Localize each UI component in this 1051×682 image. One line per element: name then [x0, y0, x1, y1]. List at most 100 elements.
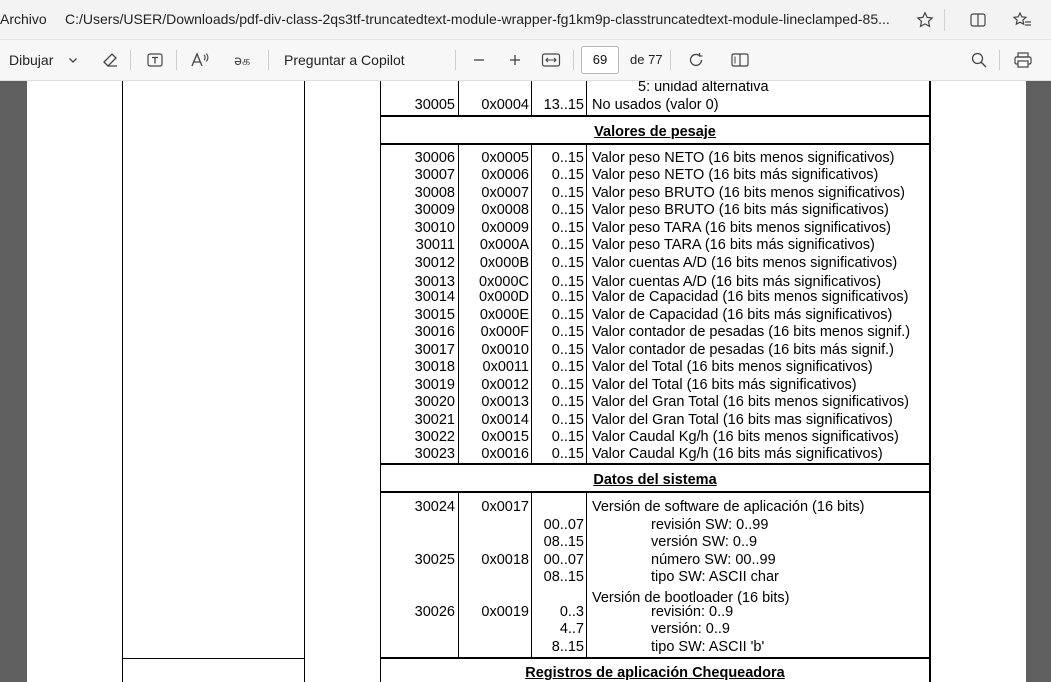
register-address: 0x0011: [482, 359, 530, 375]
table-rule: [380, 115, 931, 117]
register-description: Valor de Capacidad (16 bits más signific…: [592, 307, 893, 323]
register-address: 0x0019: [481, 604, 529, 620]
column-divider: [531, 492, 532, 659]
register-number: 30015: [414, 307, 455, 323]
register-address: 0x0010: [481, 342, 529, 358]
register-description: Valor del Gran Total (16 bits menos sign…: [592, 394, 909, 410]
toolbar-divider: [999, 50, 1000, 70]
text-box-icon[interactable]: [144, 49, 166, 71]
eraser-icon[interactable]: [99, 49, 121, 71]
register-address: 0x0008: [481, 202, 529, 218]
rotate-icon[interactable]: [685, 49, 707, 71]
section-title: Valores de pesaje: [594, 124, 716, 140]
page-number-input[interactable]: 69: [581, 46, 619, 74]
register-description: versión SW: 0..9: [651, 534, 758, 550]
register-bits: 08..15: [543, 534, 584, 550]
register-bits: 0..15: [551, 359, 584, 375]
register-description: Valor contador de pesadas (16 bits menos…: [592, 324, 911, 340]
print-icon[interactable]: [1012, 49, 1034, 71]
register-description: Valor peso BRUTO (16 bits más significat…: [592, 202, 889, 218]
register-bits: 0..15: [551, 185, 584, 201]
register-number: 30007: [414, 167, 455, 183]
register-description: Valor contador de pesadas (16 bits más s…: [592, 342, 894, 358]
register-number: 30020: [414, 394, 455, 410]
register-description: versión: 0..9: [651, 621, 730, 637]
register-description: Valor cuentas A/D (16 bits menos signifi…: [592, 255, 898, 271]
read-aloud-icon[interactable]: [189, 49, 211, 71]
register-address: 0x0016: [481, 446, 529, 462]
toolbar-divider: [670, 50, 671, 70]
table-rule: [380, 657, 931, 659]
register-description: No usados (valor 0): [592, 97, 719, 113]
register-bits: 0..15: [551, 377, 584, 393]
register-address: 0x0018: [481, 552, 529, 568]
register-address: 0x000F: [480, 324, 529, 340]
ask-copilot-button[interactable]: Preguntar a Copilot: [284, 52, 405, 68]
register-bits: 0..3: [559, 604, 584, 620]
register-description: Versión de software de aplicación (16 bi…: [592, 499, 865, 515]
register-bits: 00..07: [543, 517, 584, 533]
register-bits: 08..15: [543, 569, 584, 585]
translate-icon[interactable]: əக: [233, 49, 255, 71]
search-icon[interactable]: [968, 49, 990, 71]
draw-button[interactable]: Dibujar: [9, 52, 53, 68]
register-address: 0x0012: [481, 377, 529, 393]
register-description: Valor del Gran Total (16 bits mas signif…: [592, 412, 893, 428]
fit-width-icon[interactable]: [540, 49, 562, 71]
register-description: número SW: 00..99: [651, 552, 776, 568]
register-description: Valor peso TARA (16 bits menos significa…: [592, 220, 891, 236]
column-divider: [531, 145, 532, 465]
column-divider: [458, 492, 459, 659]
register-bits: 0..15: [551, 150, 584, 166]
zoom-out-icon[interactable]: [468, 49, 490, 71]
register-number: 30024: [414, 499, 455, 515]
register-number: 30008: [414, 185, 455, 201]
register-bits: 0..15: [551, 446, 584, 462]
favorites-icon[interactable]: [1010, 8, 1034, 32]
url-field[interactable]: C:/Users/USER/Downloads/pdf-div-class-2q…: [65, 11, 905, 27]
register-number: 30009: [414, 202, 455, 218]
table-border: [304, 81, 305, 682]
register-number: 30022: [414, 429, 455, 445]
register-number: 30014: [414, 289, 455, 305]
table-border: [380, 81, 381, 682]
register-bits: 0..15: [551, 307, 584, 323]
page-view-icon[interactable]: [729, 49, 751, 71]
register-bits: 00..07: [543, 552, 584, 568]
register-address: 0x0013: [481, 394, 529, 410]
register-description: revisión SW: 0..99: [651, 517, 769, 533]
register-description: Valor de Capacidad (16 bits menos signif…: [592, 289, 909, 305]
register-number: 30026: [414, 604, 455, 620]
register-number: 30017: [414, 342, 455, 358]
register-description: revisión: 0..9: [651, 604, 734, 620]
register-description: Valor peso BRUTO (16 bits menos signific…: [592, 185, 905, 201]
register-description: tipo SW: ASCII char: [651, 569, 779, 585]
split-screen-icon[interactable]: [966, 8, 990, 32]
column-divider: [586, 145, 587, 465]
toolbar-divider: [130, 50, 131, 70]
toolbar-divider: [268, 50, 269, 70]
table-rule: [380, 463, 931, 465]
register-number: 30005: [414, 97, 455, 113]
favorite-star-icon[interactable]: [913, 8, 937, 32]
register-address: 0x0014: [481, 412, 529, 428]
register-description: Valor peso NETO (16 bits menos significa…: [592, 150, 895, 166]
register-address: 0x0004: [481, 97, 529, 113]
register-number: 30018: [414, 359, 455, 375]
chevron-down-icon[interactable]: [62, 49, 84, 71]
register-bits: 0..15: [551, 394, 584, 410]
register-bits: 0..15: [551, 202, 584, 218]
table-border-left: [122, 81, 123, 682]
register-description: Valor peso TARA (16 bits más significati…: [592, 237, 875, 253]
register-description: Valor Caudal Kg/h (16 bits más significa…: [592, 446, 883, 462]
pdf-viewer[interactable]: 5: unidad alternativa 30005 0x0004 13..1…: [0, 81, 1051, 682]
register-description: Valor del Total (16 bits más significati…: [592, 377, 857, 393]
register-address: 0x000B: [479, 255, 529, 271]
register-description: tipo SW: ASCII 'b': [651, 639, 765, 655]
zoom-in-icon[interactable]: [504, 49, 526, 71]
table-border-right: [929, 81, 931, 682]
column-divider: [458, 145, 459, 465]
address-bar: Archivo C:/Users/USER/Downloads/pdf-div-…: [0, 0, 1051, 40]
register-bits: 13..15: [543, 97, 584, 113]
register-address: 0x0005: [481, 150, 529, 166]
